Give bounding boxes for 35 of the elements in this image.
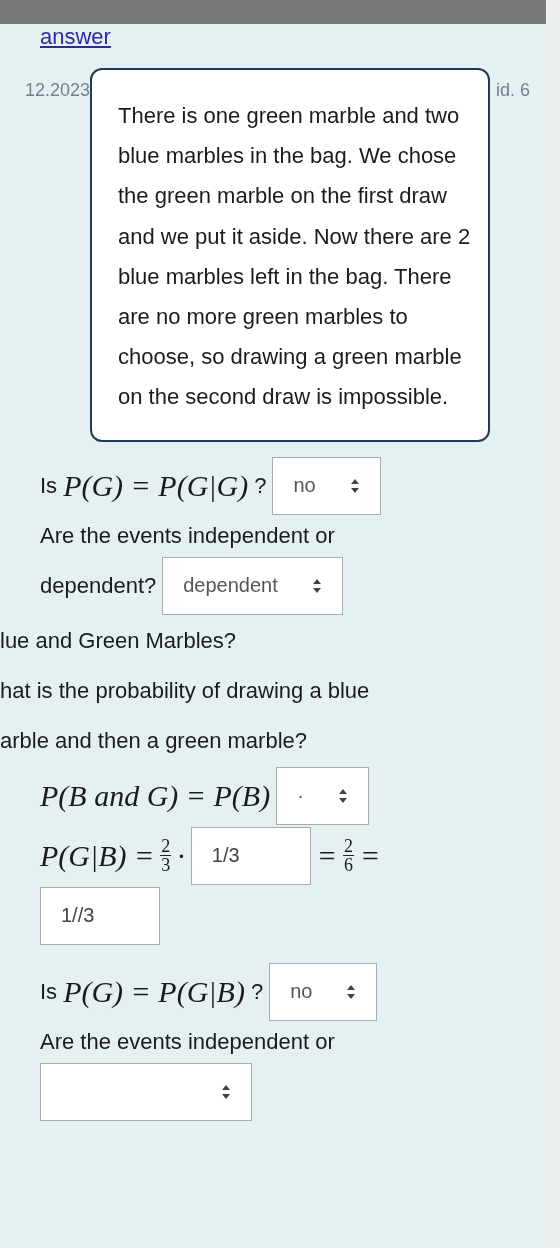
answer-field[interactable]: 1//3 [40, 886, 160, 945]
math-expression: P(G|B) = [40, 838, 155, 873]
math-expression: · [177, 838, 185, 873]
math-expression: P(B and G) = P(B) [40, 778, 271, 813]
dropdown[interactable]: dependent [162, 556, 343, 615]
question-text: lue and Green Marbles? [0, 627, 237, 654]
caret-icon [349, 477, 360, 494]
dropdown[interactable] [40, 1062, 252, 1121]
fraction: 2 6 [343, 837, 355, 875]
question-text: arble and then a green marble? [0, 727, 307, 754]
question-text: ? [254, 472, 267, 499]
question-text: Are the events independent or [40, 1028, 335, 1055]
math-expression: P(G) = P(G|B) [63, 974, 245, 1009]
math-expression: P(G) = P(G|G) [63, 468, 249, 503]
question-text: hat is the probability of drawing a blue [0, 677, 370, 704]
answer-field[interactable]: 1/3 [190, 826, 311, 885]
answer-popup: There is one green marble and two blue marbles in the bag. We chose the green marble on the first draw and we put it aside. Now there are 2 blue marbles left in the bag. There are no more green marbles to choose, so drawing a green marble on the second draw is impossible. [90, 68, 490, 442]
dropdown[interactable]: · [276, 766, 369, 825]
caret-icon [221, 1083, 231, 1100]
question-text: Is [40, 472, 58, 499]
math-expression: = [360, 838, 381, 873]
caret-icon [346, 983, 357, 1000]
dropdown[interactable]: no [269, 962, 378, 1021]
id-label: id. 6 [495, 79, 531, 101]
question-text: Is [40, 978, 58, 1005]
math-expression: = [316, 838, 338, 873]
dropdown[interactable]: no [272, 456, 381, 515]
question-text: ? [250, 978, 264, 1005]
question-text: Are the events independent or [40, 522, 335, 549]
answer-link[interactable]: answer [40, 24, 111, 50]
question-text: dependent? [40, 572, 157, 599]
date-label: 12.2023 [23, 79, 90, 101]
caret-icon [311, 577, 322, 594]
caret-icon [337, 787, 348, 804]
fraction: 2 3 [160, 837, 172, 875]
